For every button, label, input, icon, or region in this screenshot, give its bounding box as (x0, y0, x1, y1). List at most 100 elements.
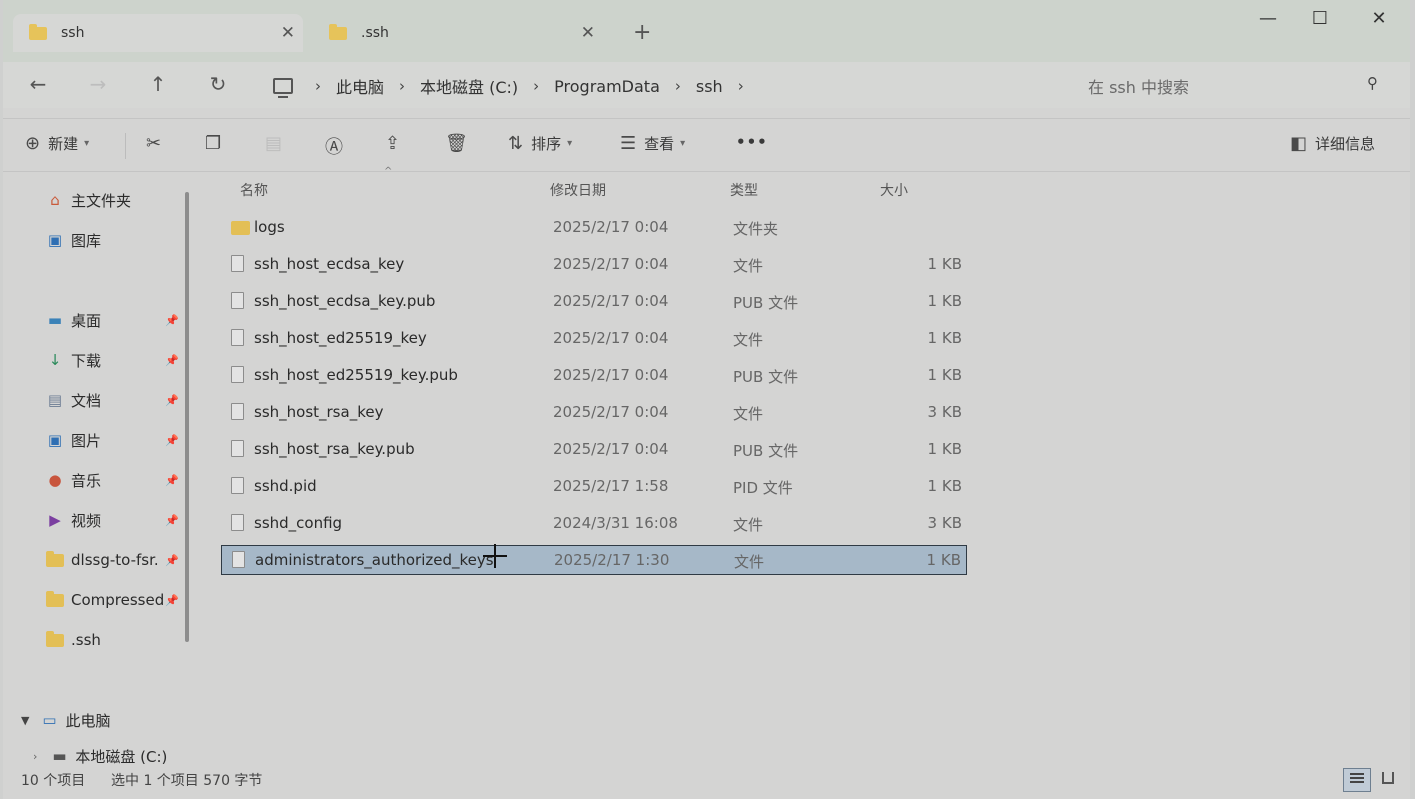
breadcrumb-this-pc[interactable]: 此电脑 (336, 74, 384, 98)
drive-icon: ▬ (52, 747, 67, 765)
sidebar-item-this-pc[interactable]: ▼ ▭ 此电脑 (21, 707, 181, 733)
sort-button[interactable]: ⇅ 排序 ▾ (508, 133, 572, 154)
paste-button[interactable]: ▤ (265, 133, 290, 154)
pin-icon[interactable]: 📌 (165, 474, 179, 487)
details-view-button[interactable] (1343, 768, 1371, 792)
paste-icon: ▤ (265, 133, 283, 154)
file-name: ssh_host_ed25519_key.pub (254, 366, 458, 384)
chevron-right-icon[interactable]: › (675, 77, 681, 95)
column-header-date[interactable]: 修改日期 (550, 180, 606, 200)
close-tab-icon[interactable]: ✕ (581, 23, 595, 43)
sidebar-item-gallery[interactable]: ▣ 图库 (45, 227, 181, 253)
file-icon (232, 551, 245, 568)
sidebar-item-dlssg[interactable]: dlssg-to-fsr. 📌 (45, 547, 181, 573)
navigation-pane: ⌂ 主文件夹 ▣ 图库 ▬ 桌面 📌 ↓ 下载 📌 ▤ 文档 📌 ▣ 图片 📌 (3, 172, 193, 765)
file-type: 文件 (733, 257, 764, 275)
sidebar-item-desktop[interactable]: ▬ 桌面 📌 (45, 307, 181, 333)
maximize-button[interactable]: ☐ (1300, 8, 1340, 29)
breadcrumb-ssh[interactable]: ssh (696, 77, 723, 96)
view-button[interactable]: ☰ 查看 ▾ (620, 133, 685, 154)
table-row[interactable]: ssh_host_ed25519_key.pub 2025/2/17 0:04 … (221, 361, 967, 391)
file-type: PUB 文件 (733, 368, 799, 386)
tiles-view-button[interactable] (1376, 768, 1400, 792)
column-header-size[interactable]: 大小 (880, 180, 908, 200)
file-name: ssh_host_rsa_key (254, 403, 384, 421)
pin-icon[interactable]: 📌 (165, 314, 179, 327)
table-row[interactable]: ssh_host_ecdsa_key.pub 2025/2/17 0:04 PU… (221, 287, 967, 317)
pin-icon[interactable]: 📌 (165, 434, 179, 447)
sidebar-item-pictures[interactable]: ▣ 图片 📌 (45, 427, 181, 453)
tab-dot-ssh[interactable]: .ssh ✕ (313, 14, 603, 52)
sidebar-item-dot-ssh[interactable]: .ssh (45, 627, 181, 653)
sidebar-item-home[interactable]: ⌂ 主文件夹 (45, 187, 181, 213)
file-date: 2025/2/17 0:04 (553, 366, 669, 384)
sidebar-scrollbar[interactable] (185, 192, 189, 642)
table-row[interactable]: ssh_host_rsa_key.pub 2025/2/17 0:04 PUB … (221, 435, 967, 465)
sidebar-item-documents[interactable]: ▤ 文档 📌 (45, 387, 181, 413)
file-name: sshd_config (254, 514, 343, 532)
chevron-right-icon[interactable]: › (738, 77, 744, 95)
pin-icon[interactable]: 📌 (165, 594, 179, 607)
copy-button[interactable]: ❐ (205, 133, 229, 154)
file-date: 2025/2/17 1:58 (553, 477, 669, 495)
chevron-right-icon[interactable]: › (399, 77, 405, 95)
sidebar-item-music[interactable]: ● 音乐 📌 (45, 467, 181, 493)
chevron-down-icon[interactable]: ▼ (21, 714, 29, 727)
file-type: 文件 (734, 553, 765, 571)
chevron-right-icon[interactable]: › (33, 750, 37, 763)
chevron-right-icon[interactable]: › (533, 77, 539, 95)
sidebar-item-label: 视频 (71, 511, 102, 530)
tab-ssh[interactable]: ssh ✕ (13, 14, 303, 52)
share-icon: ⇪ (385, 133, 401, 154)
chevron-down-icon: ▾ (567, 138, 573, 149)
table-row[interactable]: ssh_host_ecdsa_key 2025/2/17 0:04 文件 1 K… (221, 250, 967, 280)
new-tab-button[interactable]: + (633, 20, 651, 45)
copy-icon: ❐ (205, 133, 222, 154)
close-window-button[interactable]: ✕ (1359, 8, 1399, 29)
table-row[interactable]: ssh_host_ed25519_key 2025/2/17 0:04 文件 1… (221, 324, 967, 354)
more-options-button[interactable]: ••• (736, 133, 768, 151)
details-pane-button[interactable]: ◧ 详细信息 (1290, 133, 1375, 154)
column-header-type[interactable]: 类型 (730, 180, 758, 200)
table-row-selected[interactable]: administrators_authorized_keys 2025/2/17… (221, 545, 967, 575)
chevron-right-icon[interactable]: › (315, 77, 321, 95)
table-row[interactable]: ssh_host_rsa_key 2025/2/17 0:04 文件 3 KB (221, 398, 967, 428)
music-icon: ● (48, 471, 62, 489)
sidebar-item-local-disk[interactable]: › ▬ 本地磁盘 (C:) (33, 747, 183, 765)
file-icon (231, 477, 244, 494)
sidebar-item-label: 音乐 (71, 471, 102, 490)
share-button[interactable]: ⇪ (385, 133, 408, 154)
cut-button[interactable]: ✂ (146, 133, 169, 154)
close-tab-icon[interactable]: ✕ (281, 23, 295, 43)
sidebar-item-videos[interactable]: ▶ 视频 📌 (45, 507, 181, 533)
folder-icon (45, 550, 65, 569)
forward-button[interactable]: → (83, 72, 113, 96)
pin-icon[interactable]: 📌 (165, 394, 179, 407)
table-row[interactable]: sshd.pid 2025/2/17 1:58 PID 文件 1 KB (221, 472, 967, 502)
sidebar-item-label: dlssg-to-fsr. (71, 551, 159, 569)
sidebar-item-compressed[interactable]: Compressed 📌 (45, 587, 181, 613)
breadcrumb-local-disk[interactable]: 本地磁盘 (C:) (420, 74, 518, 98)
refresh-button[interactable]: ↻ (203, 72, 233, 96)
column-header-name[interactable]: 名称 (240, 180, 268, 200)
breadcrumb[interactable]: › 此电脑 › 本地磁盘 (C:) › ProgramData › ssh › (273, 74, 759, 98)
breadcrumb-programdata[interactable]: ProgramData (554, 77, 660, 96)
new-label: 新建 (48, 135, 79, 153)
table-row[interactable]: logs 2025/2/17 0:04 文件夹 (221, 213, 967, 243)
up-button[interactable]: ↑ (143, 72, 173, 96)
pin-icon[interactable]: 📌 (165, 554, 179, 567)
new-button[interactable]: ⊕ 新建 ▾ (25, 133, 89, 154)
table-row[interactable]: sshd_config 2024/3/31 16:08 文件 3 KB (221, 509, 967, 539)
sidebar-item-downloads[interactable]: ↓ 下载 📌 (45, 347, 181, 373)
sidebar-item-label: 桌面 (71, 311, 102, 330)
pin-icon[interactable]: 📌 (165, 354, 179, 367)
pin-icon[interactable]: 📌 (165, 514, 179, 527)
rename-button[interactable]: Ⓐ (325, 133, 351, 159)
search-box[interactable]: 在 ssh 中搜索 ⚲ (1088, 74, 1398, 98)
back-button[interactable]: ← (23, 72, 53, 96)
minimize-button[interactable]: — (1248, 8, 1288, 29)
address-bar-row: ← → ↑ ↻ › 此电脑 › 本地磁盘 (C:) › ProgramData … (3, 62, 1410, 108)
file-name: sshd.pid (254, 477, 317, 495)
file-type: PUB 文件 (733, 442, 799, 460)
delete-button[interactable]: 🗑 (445, 133, 476, 154)
